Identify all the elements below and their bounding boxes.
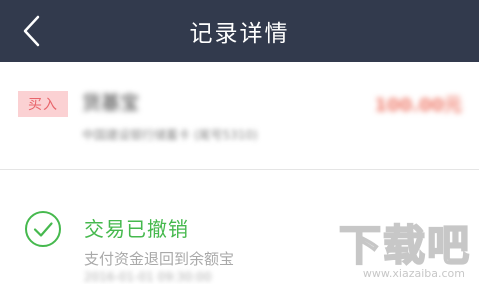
back-button[interactable]: [14, 10, 50, 52]
status-title: 交易已撤销: [84, 217, 189, 241]
watermark-url: www.xiazaiba.com: [362, 267, 465, 280]
page-title: 记录详情: [189, 21, 290, 47]
transaction-record: 买入 货基宝 100.00元 中国建设银行储蓄卡 (尾号5310): [0, 62, 479, 169]
buy-tag: 买入: [18, 91, 68, 117]
watermark-logo: 下载吧: [338, 220, 471, 271]
chevron-left-icon: [23, 15, 40, 47]
top-navigation-bar: 记录详情: [0, 0, 479, 62]
transaction-amount: 100.00元: [374, 95, 462, 116]
payment-account-info: 中国建设银行储蓄卡 (尾号5310): [82, 128, 258, 142]
status-description: 支付资金退回到余额宝: [84, 250, 235, 268]
watermark: 下载吧 www.xiazaiba.com: [331, 212, 471, 280]
fund-name: 货基宝: [82, 92, 140, 114]
check-circle-icon: [25, 211, 61, 247]
status-timestamp: 2016-01-01 09:30:00: [84, 270, 212, 284]
